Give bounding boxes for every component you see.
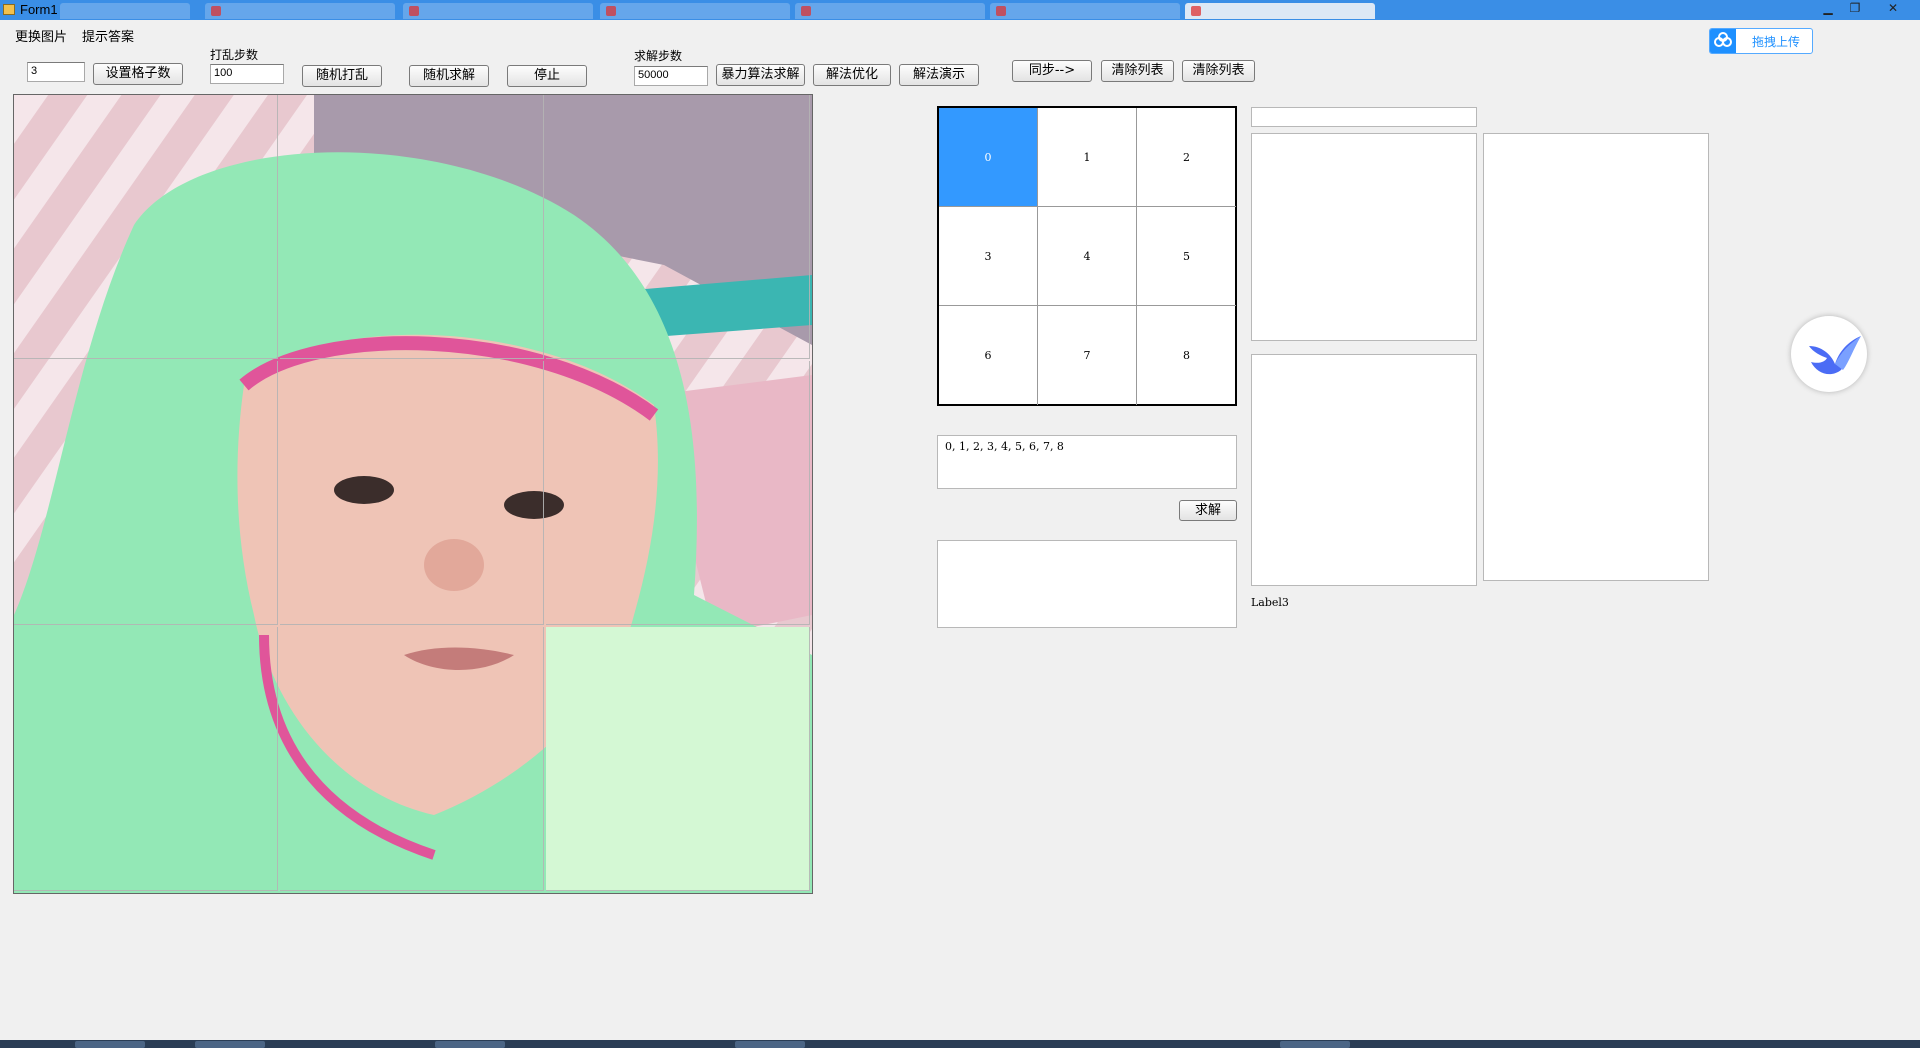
taskbar-item[interactable] bbox=[735, 1041, 805, 1048]
background-tab[interactable] bbox=[990, 3, 1180, 19]
upload-label: 拖拽上传 bbox=[1752, 35, 1801, 49]
background-tab[interactable] bbox=[60, 3, 190, 19]
grid-cell[interactable]: 1 bbox=[1038, 108, 1137, 207]
puzzle-tile[interactable] bbox=[546, 95, 810, 359]
output-textbox[interactable] bbox=[937, 540, 1237, 628]
menu-hint-answer[interactable]: 提示答案 bbox=[82, 26, 134, 45]
puzzle-board[interactable] bbox=[13, 94, 813, 894]
random-shuffle-button[interactable]: 随机打乱 bbox=[302, 65, 382, 87]
menu-bar: 更换图片 提示答案 bbox=[0, 20, 1920, 46]
solve-steps-label: 求解步数 bbox=[634, 49, 683, 63]
puzzle-tile[interactable] bbox=[280, 627, 544, 891]
bird-icon bbox=[1809, 336, 1861, 375]
restore-icon[interactable]: ❐ bbox=[1842, 0, 1868, 16]
puzzle-tile[interactable] bbox=[280, 361, 544, 625]
minimize-icon[interactable]: ▁ bbox=[1815, 0, 1841, 16]
puzzle-empty-tile[interactable] bbox=[546, 627, 810, 891]
close-icon[interactable]: ✕ bbox=[1880, 0, 1906, 16]
taskbar bbox=[0, 1040, 1920, 1048]
tab-favicon-icon bbox=[801, 6, 811, 16]
grid-cell[interactable]: 7 bbox=[1038, 306, 1137, 405]
clear-list-button[interactable]: 清除列表 bbox=[1101, 60, 1174, 82]
grid-cell[interactable]: 0 bbox=[939, 108, 1038, 207]
background-tab[interactable] bbox=[205, 3, 395, 19]
tab-favicon-icon bbox=[409, 6, 419, 16]
shuffle-steps-label: 打乱步数 bbox=[210, 48, 259, 62]
solve-steps-input[interactable]: 50000 bbox=[634, 66, 708, 86]
random-solve-button[interactable]: 随机求解 bbox=[409, 65, 489, 87]
background-tab[interactable] bbox=[403, 3, 593, 19]
puzzle-tile[interactable] bbox=[14, 627, 278, 891]
background-tab[interactable] bbox=[795, 3, 985, 19]
index-grid: 0 1 2 3 4 5 6 7 8 bbox=[937, 106, 1237, 406]
taskbar-item[interactable] bbox=[1280, 1041, 1350, 1048]
app-icon bbox=[3, 4, 15, 15]
puzzle-tile[interactable] bbox=[14, 361, 278, 625]
grid-cell[interactable]: 4 bbox=[1038, 207, 1137, 306]
taskbar-item[interactable] bbox=[195, 1041, 265, 1048]
tab-favicon-icon bbox=[996, 6, 1006, 16]
cloud-icon bbox=[1710, 29, 1736, 53]
brute-force-solve-button[interactable]: 暴力算法求解 bbox=[716, 64, 805, 86]
sync-button[interactable]: 同步--> bbox=[1012, 60, 1092, 82]
top-input[interactable] bbox=[1251, 107, 1477, 127]
tab-favicon-icon bbox=[1191, 6, 1201, 16]
grid-cell[interactable]: 5 bbox=[1137, 207, 1236, 306]
active-tab[interactable] bbox=[1185, 3, 1375, 19]
puzzle-tile[interactable] bbox=[546, 361, 810, 625]
clear-list-button[interactable]: 清除列表 bbox=[1182, 60, 1255, 82]
solution-demo-button[interactable]: 解法演示 bbox=[899, 64, 979, 86]
solution-optimize-button[interactable]: 解法优化 bbox=[813, 64, 891, 86]
tab-favicon-icon bbox=[211, 6, 221, 16]
listbox-right[interactable] bbox=[1483, 133, 1709, 581]
listbox-lower[interactable] bbox=[1251, 354, 1477, 586]
taskbar-item[interactable] bbox=[75, 1041, 145, 1048]
solve-button[interactable]: 求解 bbox=[1179, 500, 1237, 521]
grid-size-input[interactable]: 3 bbox=[27, 62, 85, 82]
tab-favicon-icon bbox=[606, 6, 616, 16]
floating-bird-widget[interactable] bbox=[1791, 316, 1867, 392]
label3: Label3 bbox=[1251, 596, 1289, 609]
sequence-textbox[interactable]: 0, 1, 2, 3, 4, 5, 6, 7, 8 bbox=[937, 435, 1237, 489]
grid-cell[interactable]: 8 bbox=[1137, 306, 1236, 405]
window-titlebar: Form1 ▁ ❐ ✕ bbox=[0, 0, 1920, 20]
set-grid-size-button[interactable]: 设置格子数 bbox=[93, 63, 183, 85]
puzzle-tile[interactable] bbox=[14, 95, 278, 359]
grid-cell[interactable]: 2 bbox=[1137, 108, 1236, 207]
window-title: Form1 bbox=[20, 2, 58, 17]
grid-cell[interactable]: 6 bbox=[939, 306, 1038, 405]
upload-badge[interactable]: 拖拽上传 bbox=[1709, 28, 1813, 54]
menu-change-image[interactable]: 更换图片 bbox=[15, 26, 67, 45]
taskbar-item[interactable] bbox=[435, 1041, 505, 1048]
puzzle-tile[interactable] bbox=[280, 95, 544, 359]
stop-button[interactable]: 停止 bbox=[507, 65, 587, 87]
listbox-upper[interactable] bbox=[1251, 133, 1477, 341]
background-tab[interactable] bbox=[600, 3, 790, 19]
shuffle-steps-input[interactable]: 100 bbox=[210, 64, 284, 84]
grid-cell[interactable]: 3 bbox=[939, 207, 1038, 306]
